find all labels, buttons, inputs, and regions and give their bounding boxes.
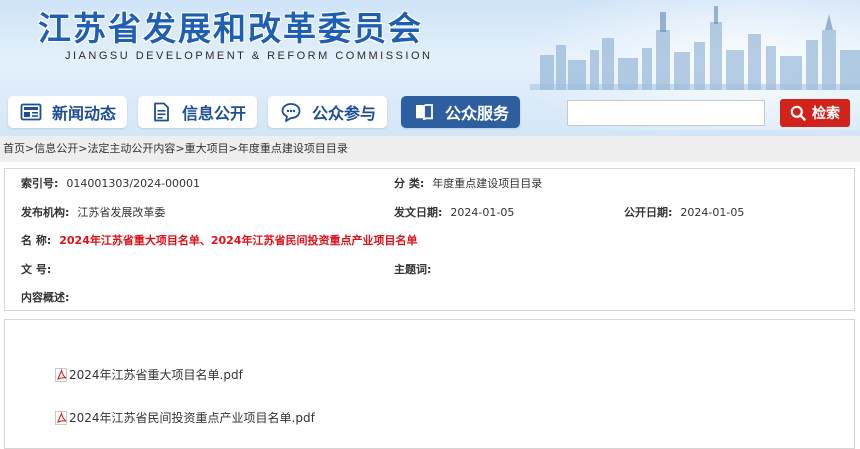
attachment-name: 2024年江苏省民间投资重点产业项目名单.pdf (69, 411, 315, 425)
header-banner: 江苏省发展和改革委员会 JIANGSU DEVELOPMENT & REFORM… (0, 0, 860, 136)
nav-public-service[interactable]: 公众服务 (401, 96, 520, 128)
newspaper-icon (20, 103, 42, 121)
site-subtitle: JIANGSU DEVELOPMENT & REFORM COMMISSION (65, 50, 433, 62)
breadcrumb: 首页>信息公开>法定主动公开内容>重大项目>年度重点建设项目目录 (0, 136, 860, 162)
meta-doc-no: 文 号: (21, 263, 52, 276)
book-icon (416, 104, 433, 121)
nav-public-participation-label: 公众参与 (312, 104, 377, 123)
nav-public-service-label: 公众服务 (445, 104, 510, 123)
breadcrumb-home[interactable]: 首页 (3, 142, 25, 155)
breadcrumb-info-disclosure[interactable]: 信息公开 (34, 142, 78, 155)
attachment-name: 2024年江苏省重大项目名单.pdf (69, 368, 243, 382)
breadcrumb-major-projects[interactable]: 重大项目 (185, 142, 229, 155)
attachment-link[interactable]: 2024年江苏省重大项目名单.pdf (55, 366, 243, 383)
document-content: 2024年江苏省重大项目名单.pdf 2024年江苏省民间投资重点产业项目名单.… (4, 319, 855, 449)
nav-public-participation[interactable]: 公众参与 (268, 96, 387, 128)
search-icon (790, 105, 806, 121)
pdf-icon (55, 410, 67, 425)
pdf-icon (55, 367, 67, 382)
city-skyline-image (530, 6, 860, 90)
attachment-link[interactable]: 2024年江苏省民间投资重点产业项目名单.pdf (55, 409, 315, 426)
meta-pub-date: 公开日期: 2024-01-05 (624, 206, 745, 219)
nav-info-disclosure-label: 信息公开 (182, 104, 247, 123)
breadcrumb-statutory-content[interactable]: 法定主动公开内容 (87, 142, 175, 155)
search-input[interactable] (567, 100, 765, 126)
site-title: 江苏省发展和改革委员会 (38, 9, 423, 48)
nav-info-disclosure[interactable]: 信息公开 (138, 96, 257, 128)
nav-news[interactable]: 新闻动态 (8, 96, 127, 128)
meta-subject: 主题词: (394, 263, 432, 276)
document-meta-table: 索引号: 014001303/2024-00001 分 类: 年度重点建设项目目录 … (4, 168, 855, 311)
meta-doc-date: 发文日期: 2024-01-05 (394, 206, 515, 219)
meta-index-no: 索引号: 014001303/2024-00001 (21, 177, 201, 190)
document-icon (154, 102, 169, 122)
breadcrumb-annual-key-projects[interactable]: 年度重点建设项目目录 (238, 142, 348, 155)
meta-title: 名 称: 2024年江苏省重大项目名单、2024年江苏省民间投资重点产业项目名单 (21, 234, 418, 247)
meta-category: 分 类: 年度重点建设项目目录 (394, 177, 543, 190)
chat-icon (281, 103, 301, 122)
search-button[interactable]: 检索 (780, 99, 850, 127)
meta-summary: 内容概述: (21, 291, 70, 304)
nav-news-label: 新闻动态 (52, 104, 117, 123)
search-button-label: 检索 (812, 106, 840, 122)
meta-publisher: 发布机构: 江苏省发展改革委 (21, 206, 166, 219)
